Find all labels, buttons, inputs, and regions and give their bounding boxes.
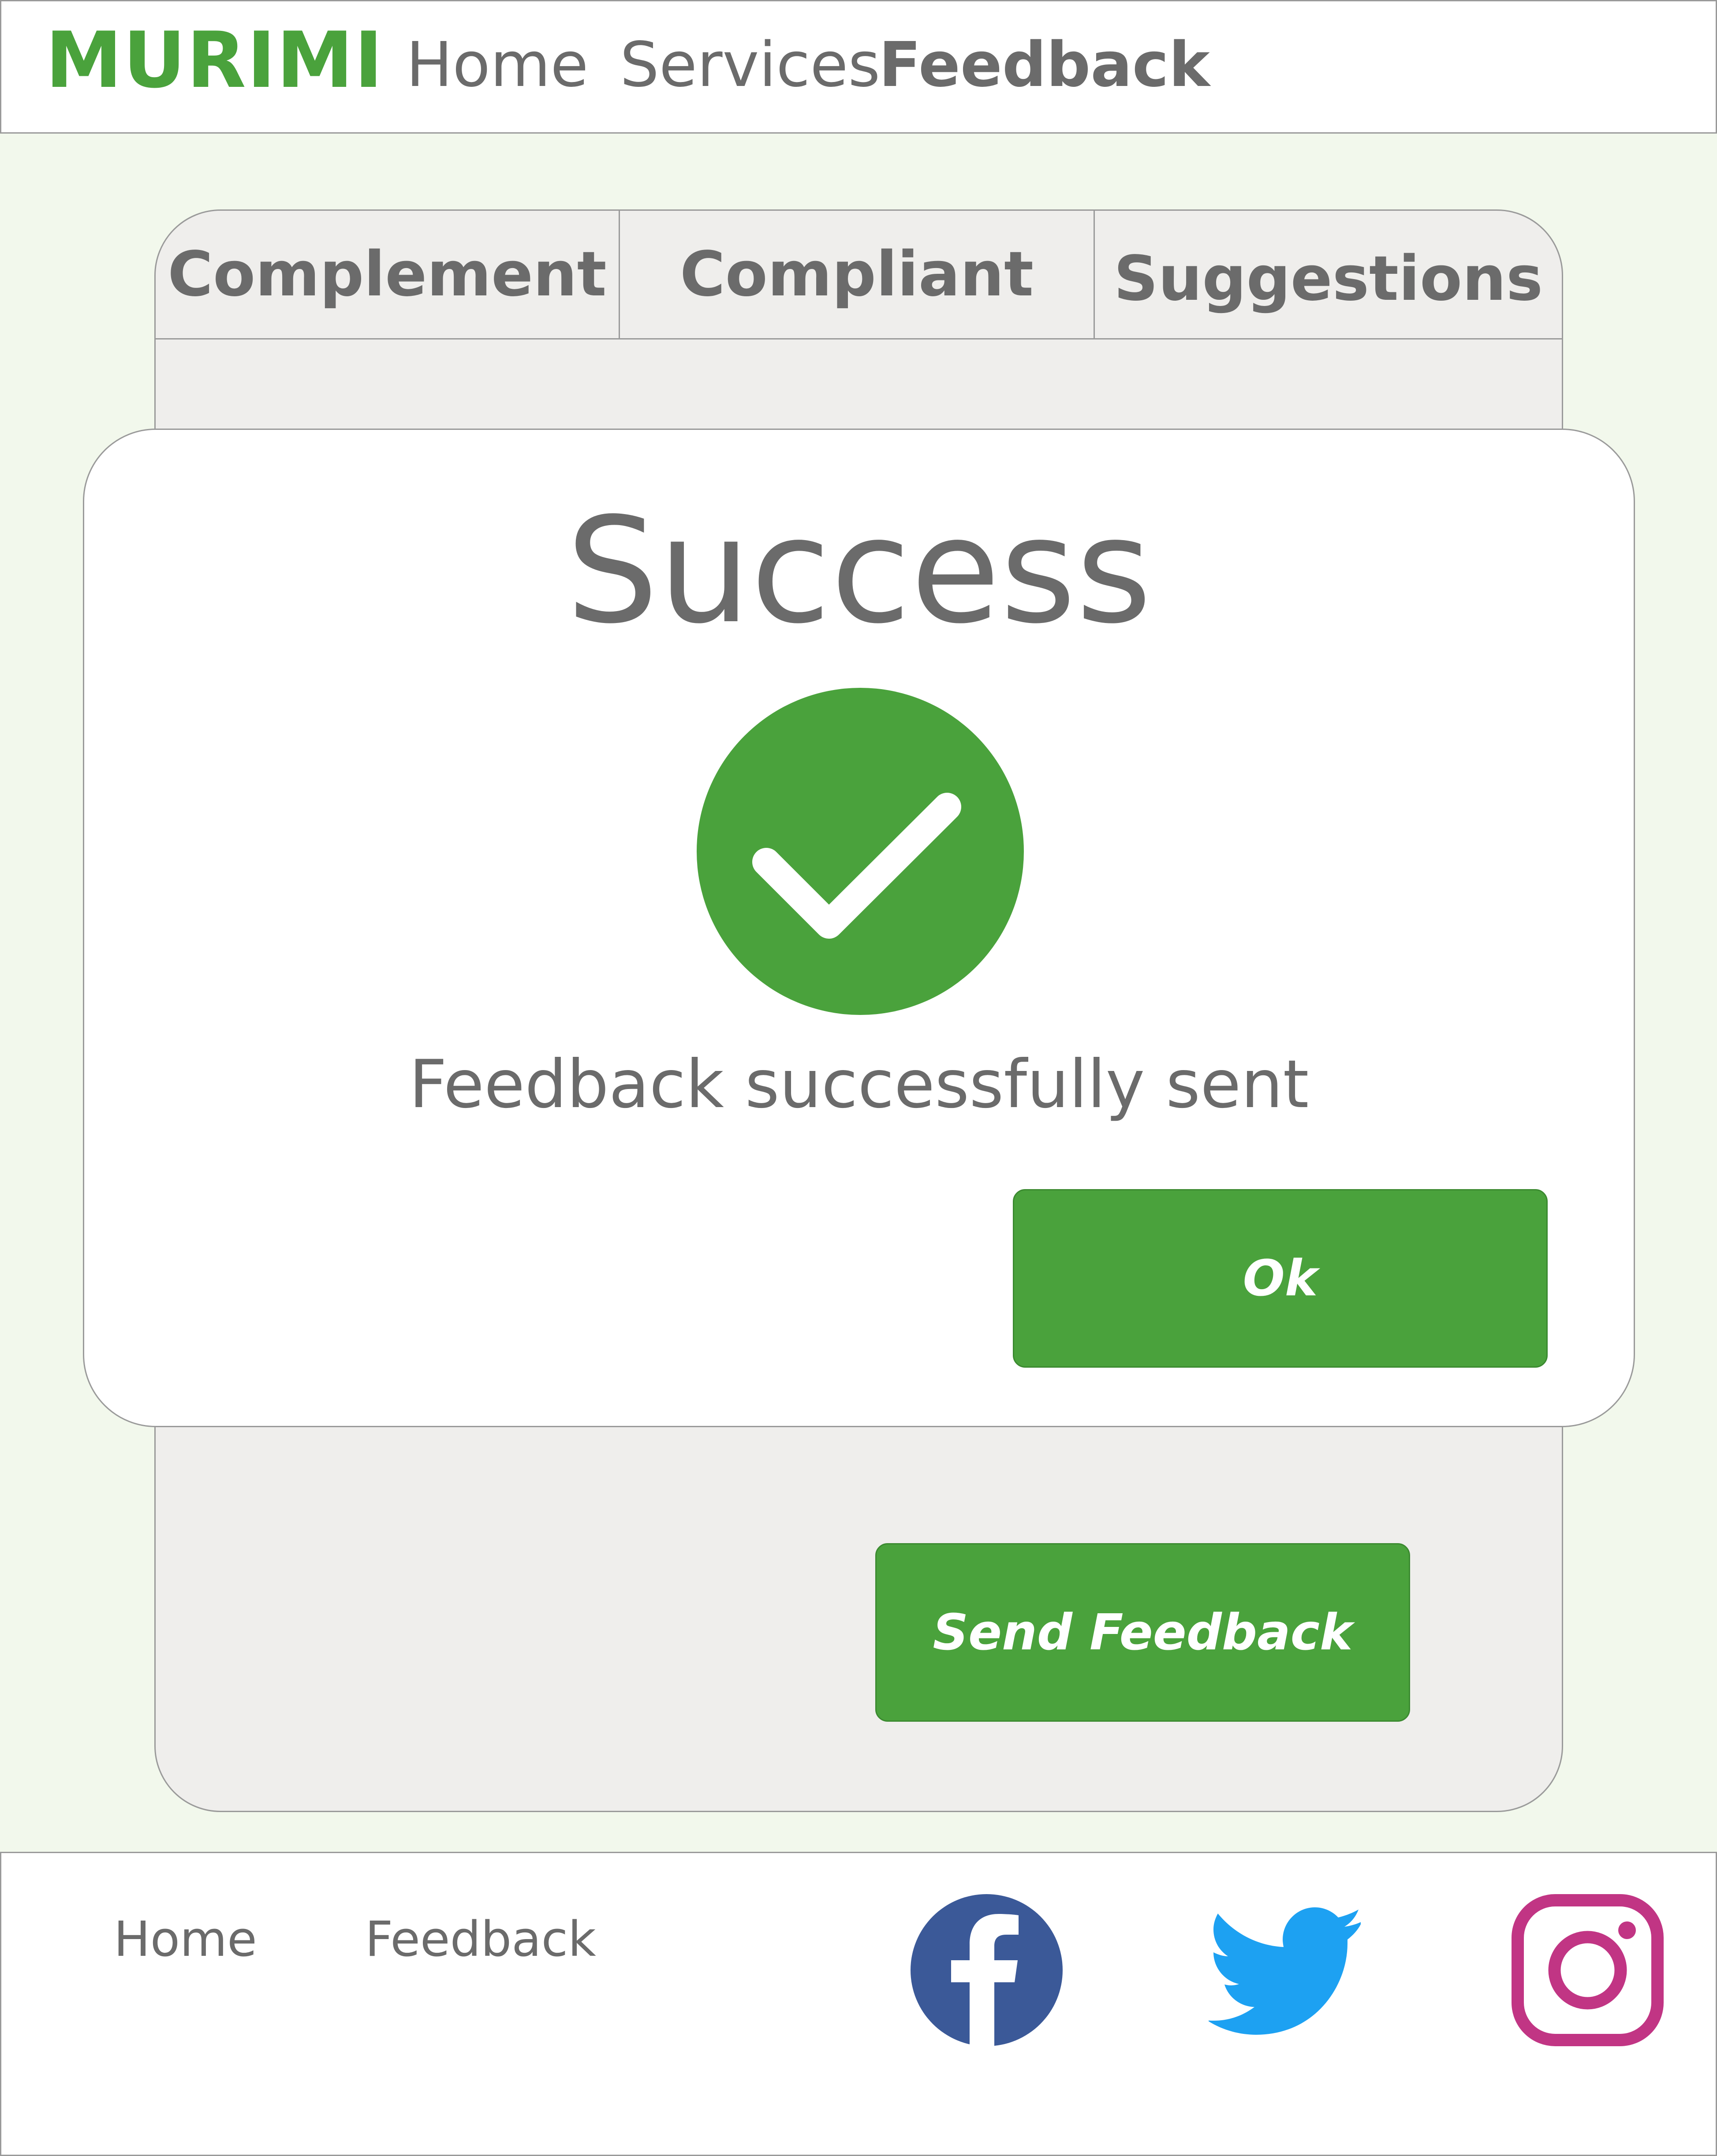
top-header: MURIMI Home Services Feedback [0,0,1717,134]
modal-title: Success [566,486,1152,656]
success-modal: Success Feedback successfully sent Ok [83,429,1635,1427]
nav-home-link[interactable]: Home [406,28,588,103]
twitter-icon[interactable] [1209,1893,1361,2045]
check-circle-icon [697,688,1024,1015]
footer-home-link[interactable]: Home [114,1904,257,1974]
murimi-logo[interactable]: MURIMI [45,19,384,103]
nav-services-link[interactable]: Services [620,28,880,103]
page: MURIMI Home Services Feedback Complement… [0,0,1717,2156]
ok-button[interactable]: Ok [1013,1189,1548,1368]
nav-feedback-link[interactable]: Feedback [879,28,1210,103]
tab-complement[interactable]: Complement [156,211,620,338]
footer: Home Feedback [0,1852,1717,2156]
tab-suggestions[interactable]: Suggestions [1095,211,1562,338]
footer-feedback-link[interactable]: Feedback [365,1904,596,1974]
modal-message: Feedback successfully sent [409,1046,1309,1123]
facebook-icon[interactable] [911,1894,1063,2046]
send-feedback-button[interactable]: Send Feedback [875,1543,1410,1722]
feedback-tabs: Complement Compliant Suggestions [156,211,1562,339]
instagram-icon[interactable] [1512,1894,1664,2046]
tab-compliant[interactable]: Compliant [620,211,1095,338]
